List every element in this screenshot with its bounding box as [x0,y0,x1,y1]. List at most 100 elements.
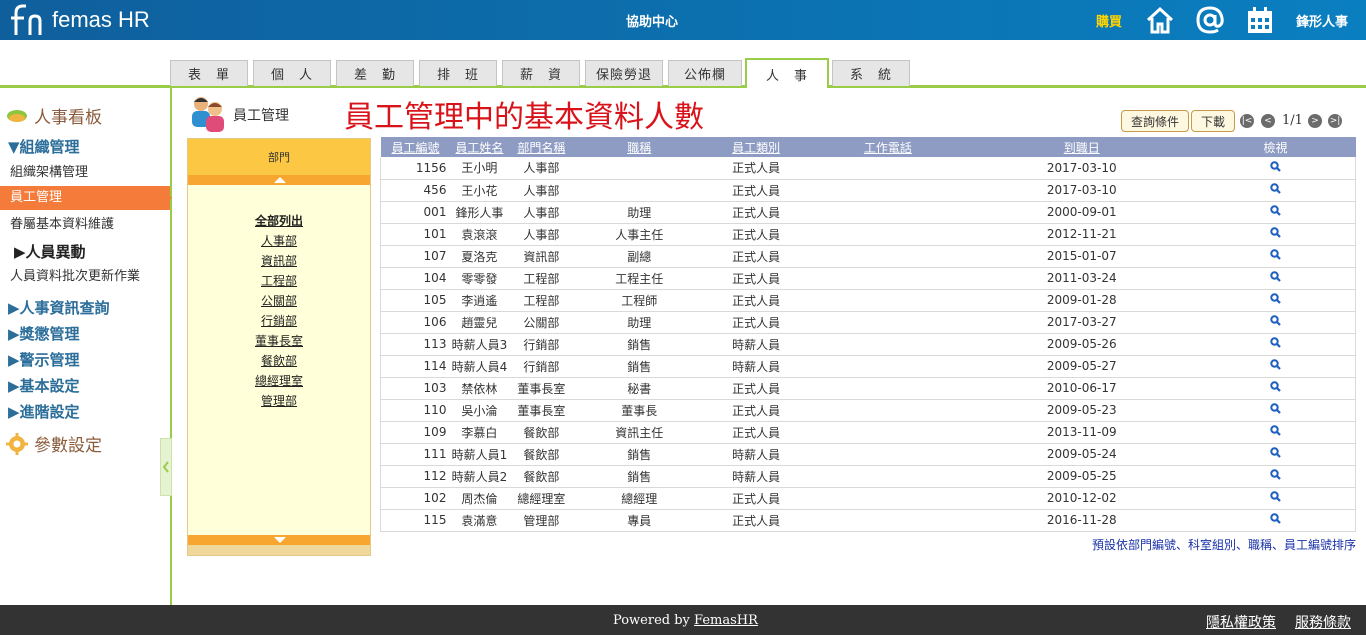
col-header-department[interactable]: 部門名稱 [508,137,575,157]
sidebar-group-advanced[interactable]: ▶進階設定 [8,401,80,422]
sidebar-sub-personnel-change[interactable]: ▶人員異動 [14,241,86,262]
cell-work-phone [808,223,968,246]
sidebar-item-batch-update[interactable]: 人員資料批次更新作業 [0,265,170,289]
table-row[interactable]: 110 吳小淪 董事長室 董事長 正式人員 2009-05-23 [380,399,1356,422]
magnifier-icon[interactable] [1270,249,1281,260]
arrow-down-icon [274,537,286,543]
tab-system[interactable]: 系 統 [832,60,910,86]
tab-payroll[interactable]: 薪 資 [502,60,580,86]
sidebar-group-org[interactable]: ▼組織管理 [8,136,80,157]
table-row[interactable]: 001 鋒形人事 人事部 助理 正式人員 2000-09-01 [380,201,1356,224]
home-icon[interactable] [1145,5,1175,35]
magnifier-icon[interactable] [1270,359,1281,370]
department-scroll-down[interactable] [188,535,370,545]
last-page-icon[interactable]: >| [1328,114,1342,128]
first-page-icon[interactable]: |< [1240,114,1254,128]
next-page-icon[interactable]: > [1308,114,1322,128]
magnifier-icon[interactable] [1270,161,1281,172]
buy-link[interactable]: 購買 [1096,11,1122,30]
femashr-link[interactable]: FemasHR [694,613,758,628]
cell-hire-date: 2009-01-28 [967,289,1196,312]
sidebar-group-basic[interactable]: ▶基本設定 [8,375,80,396]
magnifier-icon[interactable] [1270,469,1281,480]
dept-link[interactable]: 資訊部 [188,251,370,271]
sidebar-item-org-structure[interactable]: 組織架構管理 [0,161,170,185]
magnifier-icon[interactable] [1270,293,1281,304]
table-row[interactable]: 1156 王小明 人事部 正式人員 2017-03-10 [380,157,1356,180]
magnifier-icon[interactable] [1270,271,1281,282]
sidebar-group-warning[interactable]: ▶警示管理 [8,349,80,370]
dept-link-all[interactable]: 全部列出 [188,211,370,231]
femas-logo[interactable]: femas HR [8,4,150,36]
tab-personal[interactable]: 個 人 [253,60,331,86]
terms-of-service-link[interactable]: 服務條款 [1295,612,1351,632]
sidebar-item-dependents[interactable]: 眷屬基本資料維護 [0,213,170,237]
tab-insurance[interactable]: 保險勞退 [585,60,663,86]
magnifier-icon[interactable] [1270,513,1281,524]
dept-link[interactable]: 工程部 [188,271,370,291]
dept-link[interactable]: 總經理室 [188,371,370,391]
table-row[interactable]: 102 周杰倫 總經理室 總經理 正式人員 2010-12-02 [380,487,1356,510]
table-row[interactable]: 103 禁依林 董事長室 秘書 正式人員 2010-06-17 [380,377,1356,400]
table-row[interactable]: 106 趙靈兒 公關部 助理 正式人員 2017-03-27 [380,311,1356,334]
magnifier-icon[interactable] [1270,337,1281,348]
col-header-employee-name[interactable]: 員工姓名 [450,137,509,157]
table-row[interactable]: 107 夏洛克 資訊部 副總 正式人員 2015-01-07 [380,245,1356,268]
table-row[interactable]: 105 李逍遙 工程部 工程師 正式人員 2009-01-28 [380,289,1356,312]
tab-attendance[interactable]: 差 勤 [336,60,414,86]
table-row[interactable]: 111 時薪人員1 餐飲部 銷售 時薪人員 2009-05-24 [380,443,1356,466]
table-row[interactable]: 115 袁滿意 管理部 專員 正式人員 2016-11-28 [380,509,1356,532]
magnifier-icon[interactable] [1270,205,1281,216]
at-icon[interactable] [1195,5,1225,35]
calendar-icon[interactable] [1245,5,1275,35]
dept-link[interactable]: 餐飲部 [188,351,370,371]
col-header-hire-date[interactable]: 到職日 [967,137,1196,157]
col-header-job-title[interactable]: 職稱 [574,137,705,157]
sidebar-group-hr-query[interactable]: ▶人事資訊查詢 [8,297,110,318]
sidebar-hr-board[interactable]: 人事看板 [6,103,102,128]
table-row[interactable]: 104 零零發 工程部 工程主任 正式人員 2011-03-24 [380,267,1356,290]
help-center-link[interactable]: 協助中心 [626,11,678,30]
magnifier-icon[interactable] [1270,183,1281,194]
magnifier-icon[interactable] [1270,447,1281,458]
cell-hire-date: 2000-09-01 [967,201,1196,224]
prev-page-icon[interactable]: < [1261,114,1275,128]
tab-bulletin[interactable]: 公佈欄 [668,60,742,86]
dept-link[interactable]: 董事長室 [188,331,370,351]
sidebar-collapse-handle[interactable] [160,438,172,496]
magnifier-icon[interactable] [1270,315,1281,326]
user-name[interactable]: 鋒形人事 [1296,11,1348,30]
tab-scheduling[interactable]: 排 班 [419,60,497,86]
table-row[interactable]: 101 袁滾滾 人事部 人事主任 正式人員 2012-11-21 [380,223,1356,246]
dept-link[interactable]: 行銷部 [188,311,370,331]
col-header-employee-type[interactable]: 員工類別 [704,137,809,157]
download-button[interactable]: 下載 [1191,110,1235,132]
magnifier-icon[interactable] [1270,227,1281,238]
sidebar-group-rewards[interactable]: ▶獎懲管理 [8,323,80,344]
table-row[interactable]: 109 李慕白 餐飲部 資訊主任 正式人員 2013-11-09 [380,421,1356,444]
magnifier-icon[interactable] [1270,491,1281,502]
table-header-row: 員工編號 員工姓名 部門名稱 職稱 員工類別 工作電話 到職日 檢視 [380,137,1356,157]
top-bar: femas HR 協助中心 購買 鋒形人事 [0,0,1366,40]
privacy-policy-link[interactable]: 隱私權政策 [1206,612,1276,632]
cell-employee-name: 王小花 [450,179,509,202]
magnifier-icon[interactable] [1270,403,1281,414]
col-header-employee-id[interactable]: 員工編號 [380,137,451,157]
department-panel: 部門 全部列出 人事部 資訊部 工程部 公關部 行銷部 董事長室 餐飲部 總經理… [187,138,371,556]
table-row[interactable]: 112 時薪人員2 餐飲部 銷售 時薪人員 2009-05-25 [380,465,1356,488]
col-header-work-phone[interactable]: 工作電話 [808,137,968,157]
sidebar-item-employee-mgmt[interactable]: 員工管理 [0,186,170,210]
sidebar-params[interactable]: 參數設定 [6,431,102,456]
query-conditions-button[interactable]: 查詢條件 [1121,110,1189,132]
table-row[interactable]: 114 時薪人員4 行銷部 銷售 時薪人員 2009-05-27 [380,355,1356,378]
magnifier-icon[interactable] [1270,425,1281,436]
table-row[interactable]: 113 時薪人員3 行銷部 銷售 時薪人員 2009-05-26 [380,333,1356,356]
dept-link[interactable]: 人事部 [188,231,370,251]
tab-forms[interactable]: 表 單 [170,60,248,86]
table-row[interactable]: 456 王小花 人事部 正式人員 2017-03-10 [380,179,1356,202]
dept-link[interactable]: 管理部 [188,391,370,411]
tab-hr[interactable]: 人 事 [745,58,829,88]
magnifier-icon[interactable] [1270,381,1281,392]
department-scroll-up[interactable] [188,175,370,185]
dept-link[interactable]: 公關部 [188,291,370,311]
